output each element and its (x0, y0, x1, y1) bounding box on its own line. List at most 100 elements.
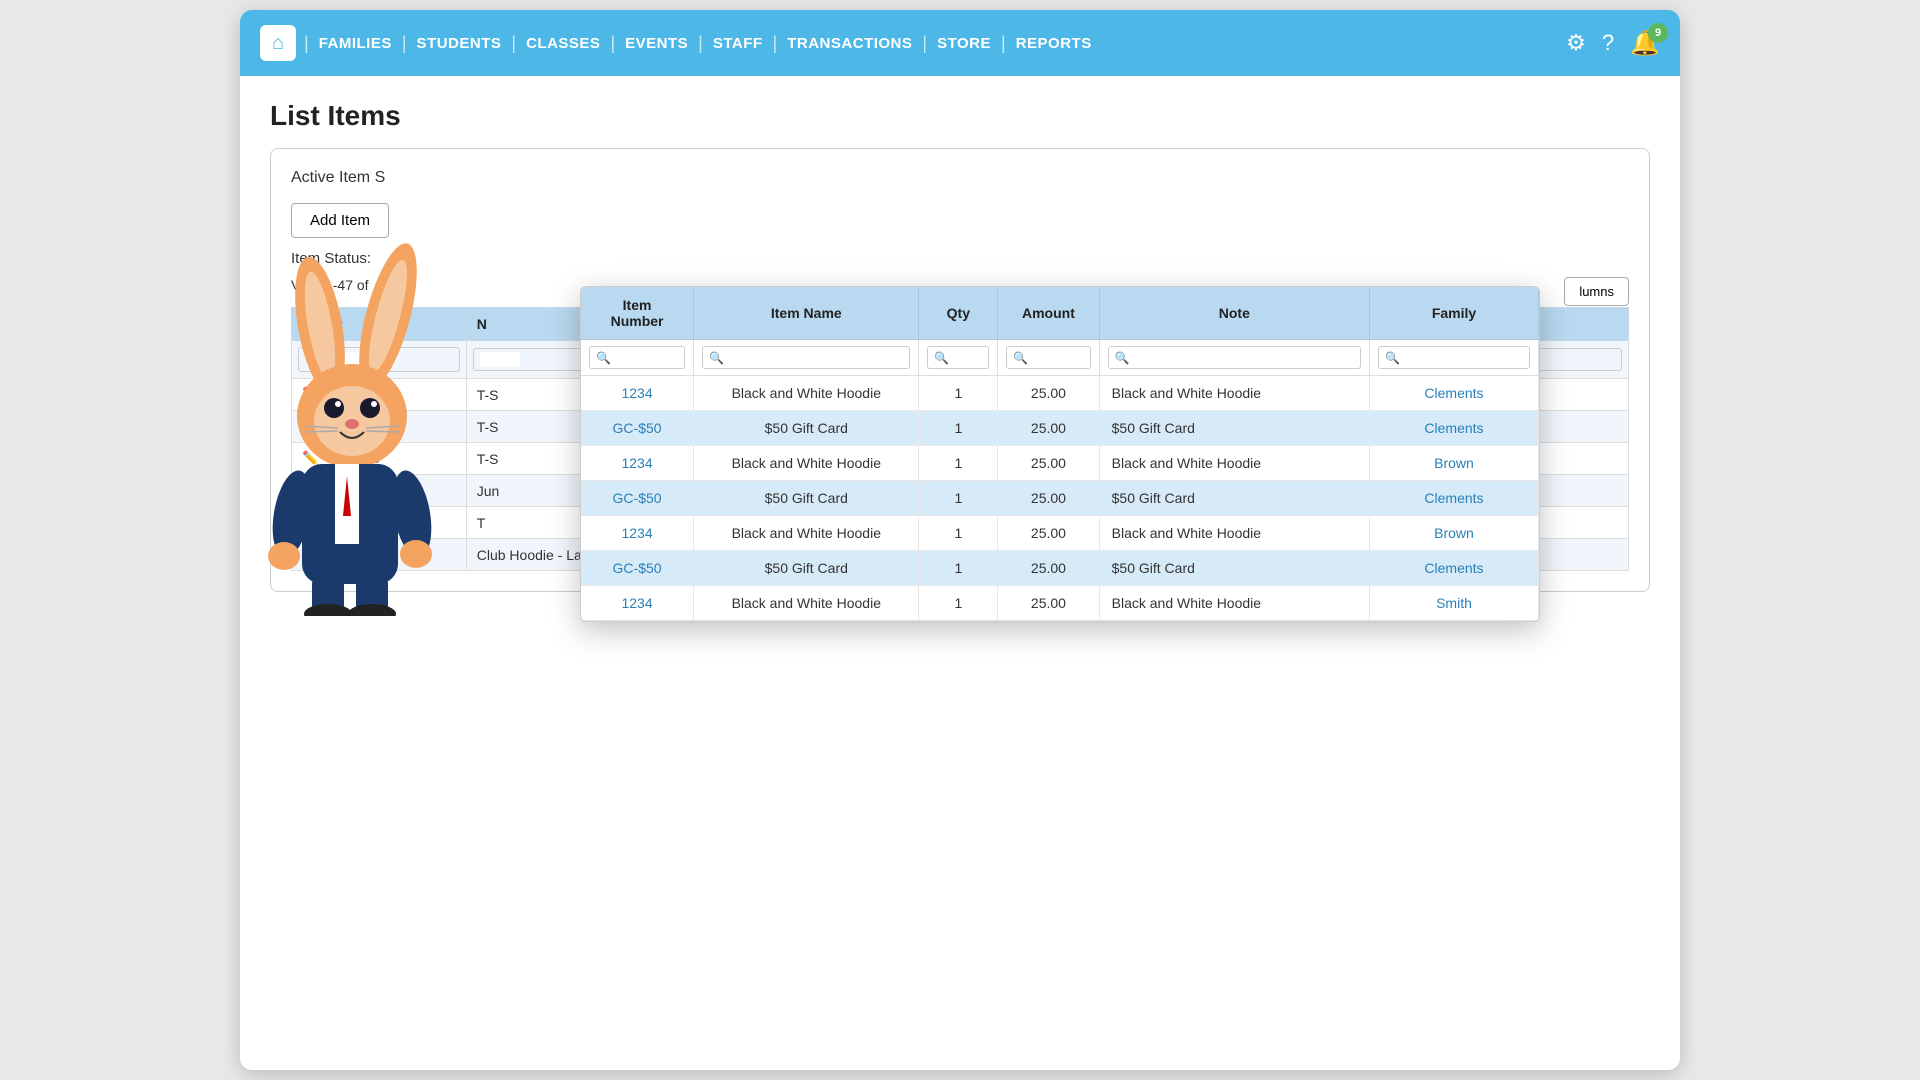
popup-table-row: GC-$50$50 Gift Card125.00$50 Gift CardCl… (581, 481, 1539, 516)
bunny-svg (240, 236, 460, 616)
help-icon[interactable]: ? (1602, 30, 1614, 56)
popup-amount: 25.00 (998, 481, 1099, 516)
page-title: List Items (270, 100, 1650, 132)
popup-family-link[interactable]: Smith (1436, 595, 1472, 611)
popup-item-number-link[interactable]: GC-$50 (613, 560, 662, 576)
popup-item-number-link[interactable]: GC-$50 (613, 420, 662, 436)
popup-qty: 1 (919, 446, 998, 481)
popup-note: $50 Gift Card (1099, 411, 1369, 446)
popup-amount: 25.00 (998, 411, 1099, 446)
popup-col-amount: Amount (998, 287, 1099, 340)
popup-amount: 25.00 (998, 516, 1099, 551)
popup-table-row: 1234Black and White Hoodie125.00Black an… (581, 446, 1539, 481)
popup-item-name: Black and White Hoodie (694, 586, 919, 621)
popup-item-number-link[interactable]: 1234 (621, 455, 652, 471)
popup-qty: 1 (919, 411, 998, 446)
popup-qty: 1 (919, 376, 998, 411)
popup-header-row: ItemNumber Item Name Qty Amount Note Fam… (581, 287, 1539, 340)
popup-search-amount[interactable] (1032, 350, 1083, 365)
popup-note: Black and White Hoodie (1099, 586, 1369, 621)
popup-col-family: Family (1369, 287, 1538, 340)
popup-search-qty[interactable] (953, 350, 982, 365)
nav-bar: ⌂ | FAMILIES | STUDENTS | CLASSES | EVEN… (240, 10, 1680, 76)
popup-note: $50 Gift Card (1099, 551, 1369, 586)
popup-search-item-name[interactable] (728, 350, 903, 365)
popup-col-note: Note (1099, 287, 1369, 340)
popup-search-row: 🔍 🔍 🔍 (581, 340, 1539, 376)
page-content: List Items Active Item S Add Item Item S… (240, 76, 1680, 616)
popup-family-link[interactable]: Brown (1434, 525, 1474, 541)
nav-sep-2: | (402, 33, 407, 54)
nav-link-students[interactable]: STUDENTS (415, 31, 504, 56)
nav-link-staff[interactable]: STAFF (711, 31, 765, 56)
nav-sep-1: | (304, 33, 309, 54)
popup-table-row: 1234Black and White Hoodie125.00Black an… (581, 376, 1539, 411)
popup-search-item-number[interactable] (615, 350, 678, 365)
popup-family-link[interactable]: Brown (1434, 455, 1474, 471)
nav-sep-3: | (511, 33, 516, 54)
app-container: ⌂ | FAMILIES | STUDENTS | CLASSES | EVEN… (240, 10, 1680, 1070)
bunny-mascot (240, 236, 460, 616)
nav-link-transactions[interactable]: TRANSACTIONS (785, 31, 914, 56)
active-item-label: Active Item S (291, 169, 1629, 187)
search-icon-item-name: 🔍 (709, 351, 724, 365)
popup-col-qty: Qty (919, 287, 998, 340)
nav-right: ⚙ ? 🔔 9 (1566, 29, 1660, 58)
overlay-popup: ItemNumber Item Name Qty Amount Note Fam… (580, 286, 1540, 622)
popup-family-link[interactable]: Clements (1424, 385, 1483, 401)
nav-sep-7: | (922, 33, 927, 54)
nav-link-reports[interactable]: REPORTS (1014, 31, 1094, 56)
popup-amount: 25.00 (998, 446, 1099, 481)
popup-item-name: $50 Gift Card (694, 551, 919, 586)
add-item-button[interactable]: Add Item (291, 203, 389, 238)
popup-family-link[interactable]: Clements (1424, 560, 1483, 576)
search-icon-amount: 🔍 (1013, 351, 1028, 365)
search-icon-qty: 🔍 (934, 351, 949, 365)
popup-note: $50 Gift Card (1099, 481, 1369, 516)
bg-search-name[interactable] (480, 352, 520, 367)
columns-button[interactable]: lumns (1564, 277, 1629, 306)
popup-qty: 1 (919, 551, 998, 586)
popup-item-name: $50 Gift Card (694, 411, 919, 446)
popup-amount: 25.00 (998, 551, 1099, 586)
popup-search-note[interactable] (1134, 350, 1354, 365)
popup-search-family[interactable] (1404, 350, 1523, 365)
popup-item-number-link[interactable]: 1234 (621, 385, 652, 401)
popup-table-row: 1234Black and White Hoodie125.00Black an… (581, 586, 1539, 621)
popup-note: Black and White Hoodie (1099, 516, 1369, 551)
popup-qty: 1 (919, 586, 998, 621)
nav-link-classes[interactable]: CLASSES (524, 31, 602, 56)
popup-item-name: Black and White Hoodie (694, 376, 919, 411)
nav-link-events[interactable]: EVENTS (623, 31, 690, 56)
search-icon-item-num: 🔍 (596, 351, 611, 365)
home-icon[interactable]: ⌂ (260, 25, 296, 61)
popup-col-item-name: Item Name (694, 287, 919, 340)
popup-col-item-number: ItemNumber (581, 287, 694, 340)
search-icon-family: 🔍 (1385, 351, 1400, 365)
popup-item-number-link[interactable]: 1234 (621, 525, 652, 541)
nav-sep-8: | (1001, 33, 1006, 54)
search-icon-note: 🔍 (1115, 351, 1130, 365)
popup-amount: 25.00 (998, 586, 1099, 621)
nav-link-families[interactable]: FAMILIES (317, 31, 394, 56)
popup-item-number-link[interactable]: 1234 (621, 595, 652, 611)
popup-item-name: Black and White Hoodie (694, 516, 919, 551)
popup-table-row: GC-$50$50 Gift Card125.00$50 Gift CardCl… (581, 411, 1539, 446)
item-status-row: Item Status: (291, 250, 1629, 267)
nav-sep-6: | (773, 33, 778, 54)
gear-icon[interactable]: ⚙ (1566, 30, 1586, 56)
notification-bell[interactable]: 🔔 9 (1630, 29, 1660, 58)
popup-family-link[interactable]: Clements (1424, 420, 1483, 436)
popup-family-link[interactable]: Clements (1424, 490, 1483, 506)
popup-note: Black and White Hoodie (1099, 376, 1369, 411)
popup-table-row: 1234Black and White Hoodie125.00Black an… (581, 516, 1539, 551)
popup-item-number-link[interactable]: GC-$50 (613, 490, 662, 506)
popup-table-row: GC-$50$50 Gift Card125.00$50 Gift CardCl… (581, 551, 1539, 586)
popup-qty: 1 (919, 481, 998, 516)
popup-amount: 25.00 (998, 376, 1099, 411)
nav-link-store[interactable]: STORE (935, 31, 993, 56)
popup-table: ItemNumber Item Name Qty Amount Note Fam… (581, 287, 1539, 621)
popup-table-body: 1234Black and White Hoodie125.00Black an… (581, 376, 1539, 621)
nav-sep-4: | (610, 33, 615, 54)
notification-badge: 9 (1648, 23, 1668, 43)
